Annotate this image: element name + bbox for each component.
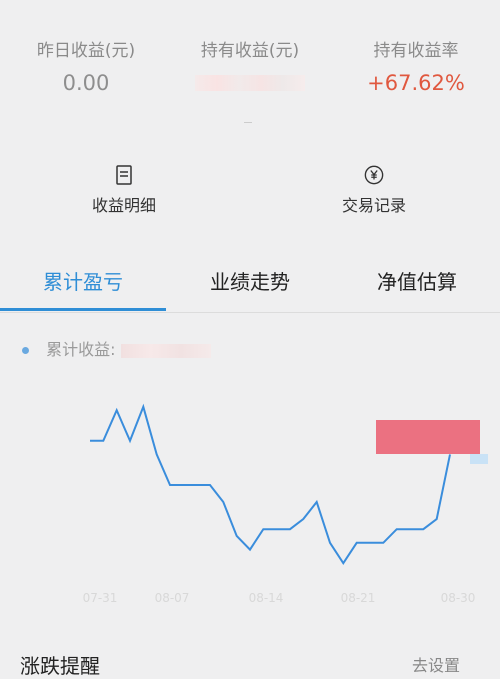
holding-earnings: 持有收益(元) (170, 36, 330, 95)
go-settings-link[interactable]: 去设置 (412, 652, 460, 676)
chart-tabs: 累计盈亏 业绩走势 净值估算 (0, 256, 500, 313)
quick-actions: 收益明细 交易记录 (0, 164, 500, 224)
income-detail-label: 收益明细 (91, 196, 156, 215)
price-alert-row[interactable]: 涨跌提醒 去设置 (0, 650, 500, 678)
x-tick-label: 08-30 (441, 591, 476, 605)
tab-performance-trend[interactable]: 业绩走势 (167, 266, 333, 295)
holding-rate-value: +67.62% (367, 71, 465, 95)
active-tab-indicator (0, 308, 166, 311)
yesterday-earnings: 昨日收益(元) 0.00 (6, 36, 166, 95)
chart-legend: 累计收益: (22, 336, 211, 360)
document-icon (116, 165, 132, 185)
tooltip-redacted (376, 420, 480, 454)
legend-dot-icon (22, 347, 29, 354)
holding-earnings-label: 持有收益(元) (200, 41, 300, 61)
legend-label: 累计收益: (46, 340, 116, 359)
x-tick-label: 08-07 (155, 591, 190, 605)
yesterday-earnings-value: 0.00 (62, 71, 110, 95)
earnings-summary: 昨日收益(元) 0.00 持有收益(元) 持有收益率 +67.62% (0, 0, 500, 130)
holding-rate: 持有收益率 +67.62% (336, 36, 496, 95)
trade-record-label: 交易记录 (341, 196, 406, 215)
tab-cumulative-pnl[interactable]: 累计盈亏 (0, 266, 166, 295)
x-tick-label: 07-31 (83, 591, 118, 605)
holding-rate-label: 持有收益率 (373, 41, 459, 61)
x-tick-label: 08-21 (341, 591, 376, 605)
income-detail-button[interactable]: 收益明细 (54, 164, 194, 216)
cumulative-pnl-chart[interactable]: 07-31 08-07 08-14 08-21 08-30 (0, 380, 500, 610)
yesterday-earnings-label: 昨日收益(元) (36, 41, 136, 61)
x-tick-label: 08-14 (249, 591, 284, 605)
legend-value-redacted (120, 343, 211, 358)
tab-nav-estimate[interactable]: 净值估算 (334, 266, 500, 295)
price-alert-label: 涨跌提醒 (20, 654, 100, 678)
expand-caret-icon[interactable] (244, 118, 252, 123)
yuan-coin-icon (364, 165, 384, 185)
tooltip-pointer (470, 454, 488, 464)
trade-record-button[interactable]: 交易记录 (304, 164, 444, 216)
holding-earnings-redacted (195, 75, 305, 91)
